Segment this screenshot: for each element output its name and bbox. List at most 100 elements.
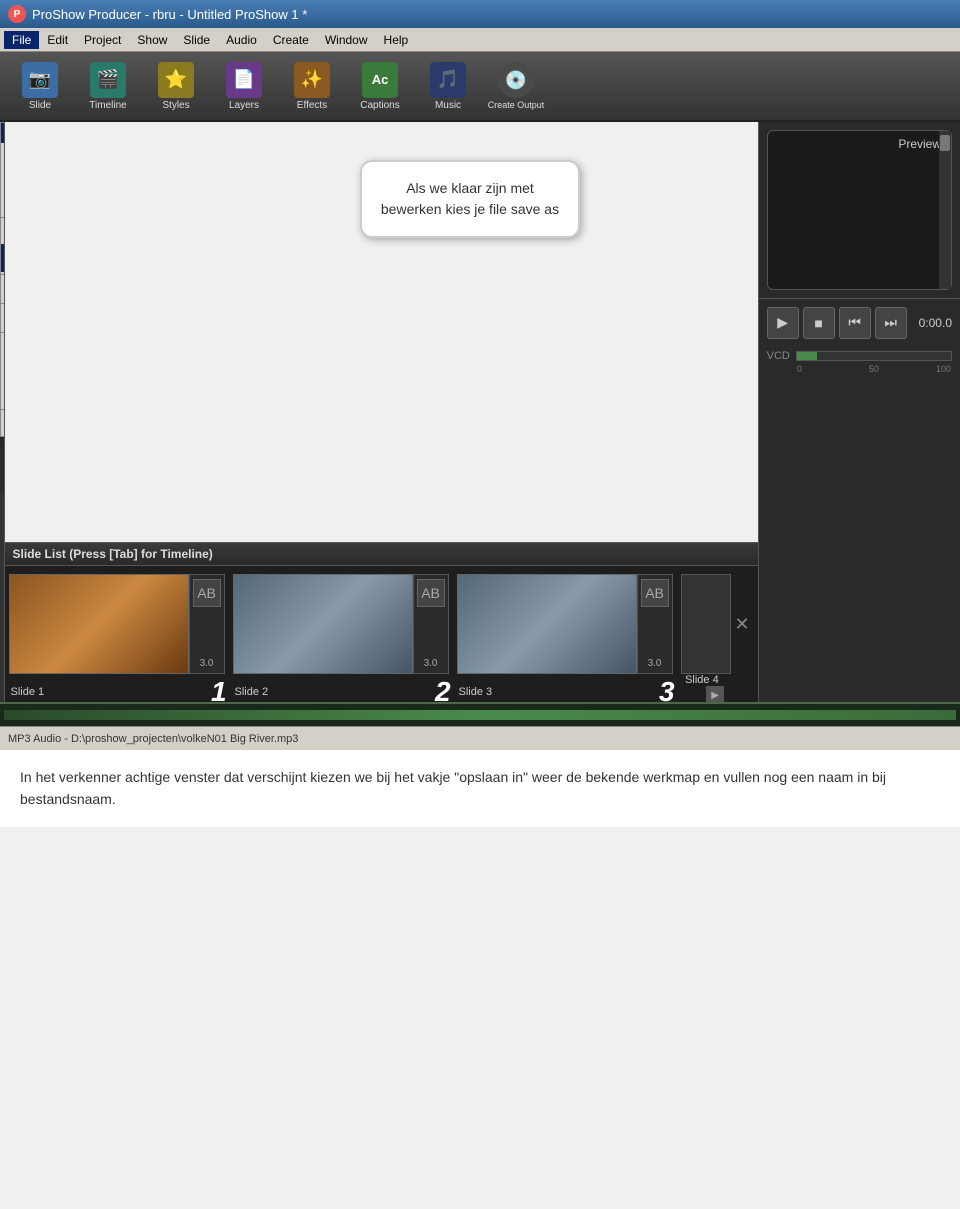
preview-scroll-thumb[interactable]	[940, 135, 950, 151]
vcd-label-0: 0	[797, 364, 802, 374]
status-bar: MP3 Audio - D:\proshow_projecten\volkeN0…	[0, 726, 960, 750]
slide-name-3: Slide 3	[459, 686, 493, 698]
toolbar-music[interactable]: 🎵 Music	[416, 56, 480, 116]
slide-number-2: 2	[435, 676, 451, 702]
callout-text: Als we klaar zijn met bewerken kies je f…	[381, 180, 559, 217]
toolbar-layers[interactable]: 📄 Layers	[212, 56, 276, 116]
menu-new-show[interactable]: New Show Ctrl+N	[1, 143, 5, 167]
slide-label-row-4: Slide 4	[685, 674, 745, 686]
toolbar-create-output[interactable]: 💿 Create Output	[484, 56, 548, 116]
menu-save[interactable]: Save Ctrl+S	[1, 220, 5, 244]
slide-thumb-2-top: AB 3.0	[233, 574, 453, 674]
menu-revert-to-backup[interactable]: Revert to Backup	[1, 383, 5, 407]
vcd-progress: 0 50 100	[796, 351, 952, 361]
trans-icon-1[interactable]: AB	[193, 579, 221, 607]
menu-audio[interactable]: Audio	[218, 31, 265, 49]
toolbar: 📷 Slide 🎬 Timeline ⭐ Styles 📄 Layers ✨ E…	[0, 52, 960, 122]
trans-icon-3[interactable]: AB	[641, 579, 669, 607]
menu-edit[interactable]: Edit	[39, 31, 76, 49]
toolbar-styles[interactable]: ⭐ Styles	[144, 56, 208, 116]
divider-5	[1, 409, 5, 410]
menu-save-as[interactable]: Save As Ctrl+Shift+S ←	[1, 244, 5, 272]
divider-4	[1, 332, 5, 333]
vcd-fill	[797, 352, 817, 360]
menu-download-extras[interactable]: Download Extras ▶	[1, 306, 5, 330]
file-dropdown-menu: 🗂 File New Show Ctrl+N Open Ctrl+O Open …	[0, 122, 5, 437]
play-button[interactable]: ▶	[767, 307, 799, 339]
toolbar-effects[interactable]: ✨ Effects	[280, 56, 344, 116]
menu-close[interactable]: Close Ctrl+W	[1, 277, 5, 301]
menu-show[interactable]: Show	[129, 31, 175, 49]
slide-thumb-4-top: ✕	[681, 574, 750, 674]
stop-button[interactable]: ■	[803, 307, 835, 339]
toolbar-captions[interactable]: Ac Captions	[348, 56, 412, 116]
menu-find-missing-files[interactable]: Find Missing Files	[1, 359, 5, 383]
toolbar-timeline[interactable]: 🎬 Timeline	[76, 56, 140, 116]
create-output-icon: 💿	[498, 62, 534, 98]
toolbar-slide-label: Slide	[29, 100, 51, 111]
time-display: 0:00.0	[919, 316, 952, 330]
slide-area: Als we klaar zijn met bewerken kies je f…	[5, 122, 758, 702]
trans-icon-2[interactable]: AB	[417, 579, 445, 607]
slide-controls-4: ▶	[706, 686, 724, 702]
slide-thumb-4: ✕ Slide 4 ▶	[681, 574, 750, 694]
menu-window[interactable]: Window	[317, 31, 376, 49]
menu-help[interactable]: Help	[376, 31, 417, 49]
menu-open-recent[interactable]: Open Recent ▶	[1, 191, 5, 215]
slide-play-btn-4[interactable]: ▶	[706, 686, 724, 702]
effects-icon: ✨	[294, 62, 330, 98]
divider-2	[1, 274, 5, 275]
toolbar-music-label: Music	[435, 100, 461, 111]
toolbar-captions-label: Captions	[360, 100, 399, 111]
slide-transition-2: AB 3.0	[413, 574, 449, 674]
slide-thumb-img-4[interactable]	[681, 574, 731, 674]
slide-thumb-2: AB 3.0 Slide 2 2 ▶ 3.0	[233, 574, 453, 694]
audio-file-status: MP3 Audio - D:\proshow_projecten\volkeN0…	[8, 733, 298, 745]
dropdown-header: 🗂 File	[1, 123, 5, 143]
file-browser: 🗂 File New Show Ctrl+N Open Ctrl+O Open …	[0, 122, 5, 702]
menu-collect-show-files[interactable]: Collect Show Files	[1, 335, 5, 359]
audio-track	[4, 710, 956, 720]
slide-thumb-img-1[interactable]	[9, 574, 189, 674]
toolbar-slide[interactable]: 📷 Slide	[8, 56, 72, 116]
next-button[interactable]: ⏭	[875, 307, 907, 339]
menu-slide[interactable]: Slide	[175, 31, 218, 49]
music-icon: 🎵	[430, 62, 466, 98]
slide-thumb-img-3[interactable]	[457, 574, 637, 674]
slide-label-row-2: Slide 2 2	[235, 676, 451, 702]
slide-name-2: Slide 2	[235, 686, 269, 698]
slide-thumbs-strip: AB 3.0 Slide 1 1 ▶ 3.0 AB	[5, 566, 758, 702]
controls-bar: ▶ ■ ⏮ ⏭ 0:00.0	[759, 298, 960, 346]
right-panel: Preview ▶ ■ ⏮ ⏭ 0:00.0 VCD 0 50 100	[758, 122, 960, 702]
timeline-icon: 🎬	[90, 62, 126, 98]
slide-name-1: Slide 1	[11, 686, 45, 698]
divider-3	[1, 303, 5, 304]
menu-create[interactable]: Create	[265, 31, 317, 49]
app-icon: P	[8, 5, 26, 23]
bottom-text-area: In het verkenner achtige venster dat ver…	[0, 750, 960, 827]
menu-open[interactable]: Open Ctrl+O	[1, 167, 5, 191]
slide-strip-header: Slide List (Press [Tab] for Timeline)	[5, 542, 758, 566]
vcd-label-50: 50	[869, 364, 879, 374]
slide-4-delete-icon[interactable]: ✕	[735, 614, 750, 635]
slide-name-4: Slide 4	[685, 674, 719, 686]
slide-thumb-1-top: AB 3.0	[9, 574, 229, 674]
slide-thumb-3-top: AB 3.0	[457, 574, 677, 674]
menu-file[interactable]: File	[4, 31, 39, 49]
prev-button[interactable]: ⏮	[839, 307, 871, 339]
menu-exit[interactable]: Exit Alt+X	[1, 412, 5, 436]
styles-icon: ⭐	[158, 62, 194, 98]
slide-number-3: 3	[659, 676, 675, 702]
window-title: ProShow Producer - rbru - Untitled ProSh…	[32, 7, 307, 22]
captions-icon: Ac	[362, 62, 398, 98]
vcd-label: VCD	[767, 350, 790, 362]
toolbar-create-output-label: Create Output	[488, 100, 545, 110]
divider-1	[1, 217, 5, 218]
menu-project[interactable]: Project	[76, 31, 129, 49]
slide-thumb-img-2[interactable]	[233, 574, 413, 674]
slide-thumb-1: AB 3.0 Slide 1 1 ▶ 3.0	[9, 574, 229, 694]
title-bar: P ProShow Producer - rbru - Untitled Pro…	[0, 0, 960, 28]
toolbar-effects-label: Effects	[297, 100, 327, 111]
preview-scrollbar[interactable]	[939, 131, 951, 289]
bottom-paragraph: In het verkenner achtige venster dat ver…	[20, 766, 940, 811]
